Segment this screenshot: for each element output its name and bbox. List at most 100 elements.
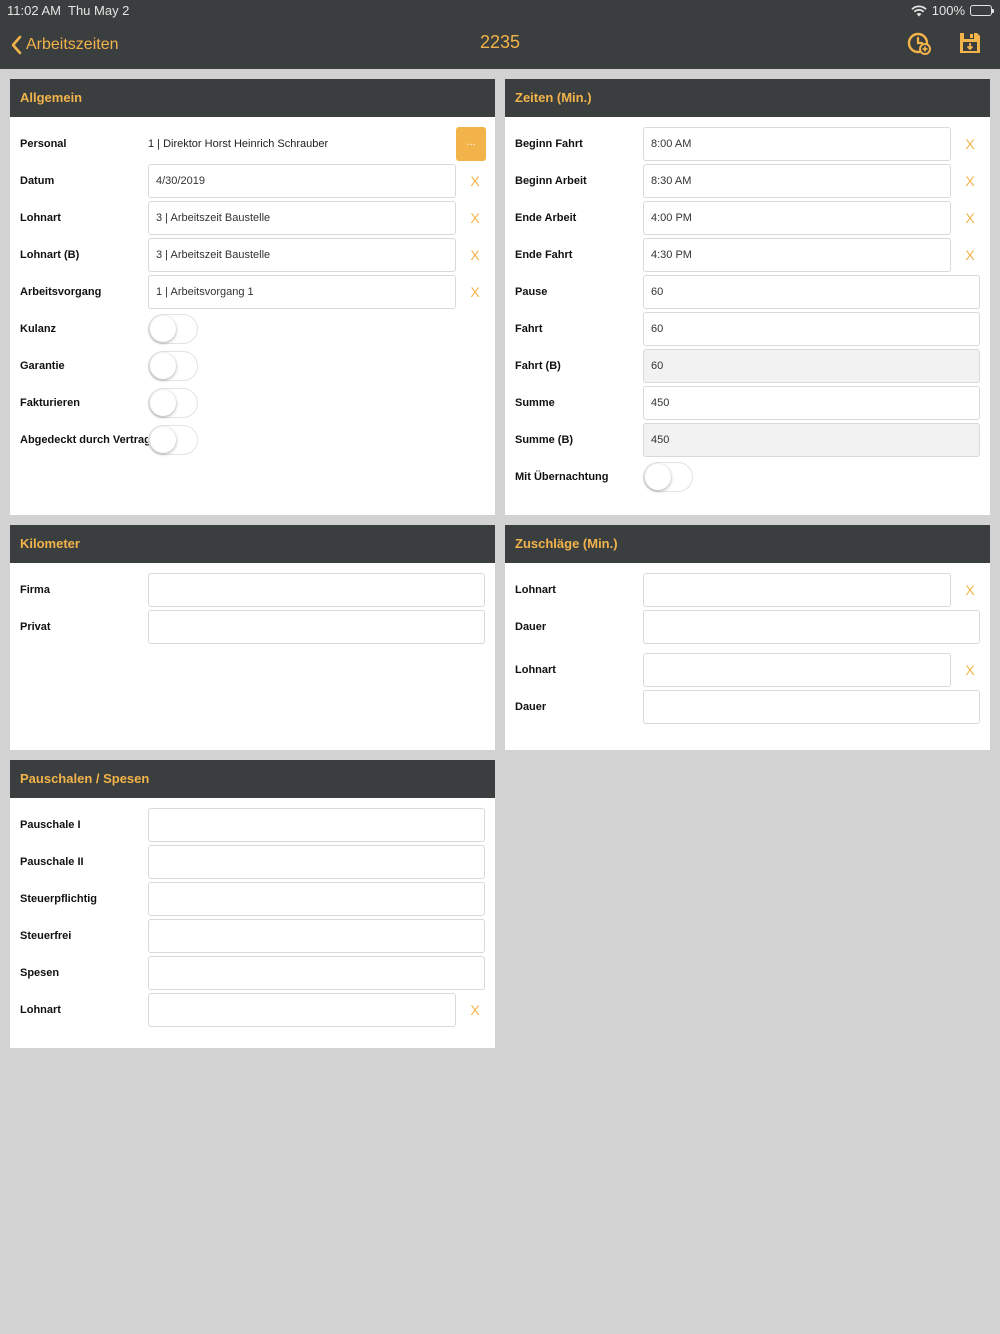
lohnart-b-field[interactable]: 3 | Arbeitszeit Baustelle — [148, 238, 456, 272]
zuschlag-lohnart-1-field[interactable] — [643, 573, 951, 607]
summe-b-field: 450 — [643, 423, 980, 457]
pauschale-1-row: Pauschale I — [10, 808, 495, 842]
kulanz-row: Kulanz — [10, 312, 495, 346]
arbeitsvorgang-clear-button[interactable]: X — [465, 275, 485, 309]
lohnart-label: Lohnart — [20, 212, 61, 224]
pauschalen-lohnart-row: Lohnart X — [10, 993, 495, 1027]
uebernachtung-label: Mit Übernachtung — [515, 471, 609, 483]
zuschlag-lohnart-2-label: Lohnart — [515, 664, 556, 676]
pauschalen-lohnart-clear-button[interactable]: X — [465, 993, 485, 1027]
allgemein-header: Allgemein — [10, 79, 495, 117]
toggle-knob — [150, 390, 176, 416]
zuschlag-dauer-1-label: Dauer — [515, 621, 547, 633]
zuschlaege-panel: Zuschläge (Min.) Lohnart X Dauer Lohnart… — [505, 525, 990, 750]
pauschalen-lohnart-label: Lohnart — [20, 1004, 61, 1016]
pause-field[interactable]: 60 — [643, 275, 980, 309]
zuschlag-lohnart-2-row: Lohnart X — [505, 653, 990, 687]
vertrag-toggle[interactable] — [148, 425, 198, 455]
back-button[interactable]: Arbeitszeiten — [10, 30, 119, 60]
lohnart-field[interactable]: 3 | Arbeitszeit Baustelle — [148, 201, 456, 235]
fakturieren-toggle[interactable] — [148, 388, 198, 418]
zuschlag-dauer-1-field[interactable] — [643, 610, 980, 644]
fahrt-field[interactable]: 60 — [643, 312, 980, 346]
zuschlag-lohnart-2-field[interactable] — [643, 653, 951, 687]
kulanz-toggle[interactable] — [148, 314, 198, 344]
status-time: 11:02 AM — [7, 3, 61, 18]
toggle-knob — [150, 316, 176, 342]
lohnart-b-clear-button[interactable]: X — [465, 238, 485, 272]
beginn-fahrt-row: Beginn Fahrt 8:00 AM X — [505, 127, 990, 161]
uebernachtung-row: Mit Übernachtung — [505, 460, 990, 494]
zuschlag-lohnart-1-label: Lohnart — [515, 584, 556, 596]
datum-field[interactable]: 4/30/2019 — [148, 164, 456, 198]
steuerfrei-label: Steuerfrei — [20, 930, 72, 942]
pauschale-2-row: Pauschale II — [10, 845, 495, 879]
clock-add-button[interactable] — [906, 30, 932, 56]
datum-clear-button[interactable]: X — [465, 164, 485, 198]
garantie-row: Garantie — [10, 349, 495, 383]
steuerpflichtig-field[interactable] — [148, 882, 485, 916]
fahrt-b-row: Fahrt (B) 60 — [505, 349, 990, 383]
summe-field[interactable]: 450 — [643, 386, 980, 420]
personal-row: Personal 1 | Direktor Horst Heinrich Sch… — [10, 127, 495, 161]
zuschlag-dauer-2-field[interactable] — [643, 690, 980, 724]
status-date: Thu May 2 — [68, 3, 130, 18]
ende-fahrt-field[interactable]: 4:30 PM — [643, 238, 951, 272]
pauschalen-panel: Pauschalen / Spesen Pauschale I Pauschal… — [10, 760, 495, 1048]
lohnart-b-label: Lohnart (B) — [20, 249, 80, 261]
status-bar: 11:02 AM Thu May 2 100% — [0, 0, 1000, 20]
pauschale-1-label: Pauschale I — [20, 819, 81, 831]
personal-label: Personal — [20, 138, 67, 150]
zeiten-panel: Zeiten (Min.) Beginn Fahrt 8:00 AM X Beg… — [505, 79, 990, 515]
beginn-fahrt-field[interactable]: 8:00 AM — [643, 127, 951, 161]
beginn-arbeit-label: Beginn Arbeit — [515, 175, 587, 187]
arbeitsvorgang-row: Arbeitsvorgang 1 | Arbeitsvorgang 1 X — [10, 275, 495, 309]
battery-percent: 100% — [931, 3, 965, 18]
arbeitsvorgang-field[interactable]: 1 | Arbeitsvorgang 1 — [148, 275, 456, 309]
pauschale-1-field[interactable] — [148, 808, 485, 842]
beginn-arbeit-clear-button[interactable]: X — [960, 164, 980, 198]
fahrt-b-label: Fahrt (B) — [515, 360, 561, 372]
firma-field[interactable] — [148, 573, 485, 607]
summe-b-label: Summe (B) — [515, 434, 574, 446]
zuschlag-lohnart-1-clear-button[interactable]: X — [960, 573, 980, 607]
ende-arbeit-label: Ende Arbeit — [515, 212, 577, 224]
personal-select-button[interactable]: ... — [456, 127, 486, 161]
ende-arbeit-clear-button[interactable]: X — [960, 201, 980, 235]
save-button[interactable] — [957, 30, 983, 56]
garantie-toggle[interactable] — [148, 351, 198, 381]
datum-row: Datum 4/30/2019 X — [10, 164, 495, 198]
zuschlag-lohnart-1-row: Lohnart X — [505, 573, 990, 607]
summe-row: Summe 450 — [505, 386, 990, 420]
kulanz-label: Kulanz — [20, 323, 57, 335]
beginn-arbeit-field[interactable]: 8:30 AM — [643, 164, 951, 198]
toggle-knob — [645, 464, 671, 490]
ende-fahrt-clear-button[interactable]: X — [960, 238, 980, 272]
page-title: 2235 — [479, 32, 521, 52]
ende-fahrt-row: Ende Fahrt 4:30 PM X — [505, 238, 990, 272]
beginn-arbeit-row: Beginn Arbeit 8:30 AM X — [505, 164, 990, 198]
pause-row: Pause 60 — [505, 275, 990, 309]
zuschlag-lohnart-2-clear-button[interactable]: X — [960, 653, 980, 687]
pause-label: Pause — [515, 286, 548, 298]
privat-field[interactable] — [148, 610, 485, 644]
zuschlag-dauer-1-row: Dauer — [505, 610, 990, 644]
steuerfrei-field[interactable] — [148, 919, 485, 953]
pauschale-2-field[interactable] — [148, 845, 485, 879]
spesen-field[interactable] — [148, 956, 485, 990]
personal-value: 1 | Direktor Horst Heinrich Schrauber — [148, 138, 329, 150]
wifi-icon — [911, 5, 927, 16]
ende-arbeit-row: Ende Arbeit 4:00 PM X — [505, 201, 990, 235]
uebernachtung-toggle[interactable] — [643, 462, 693, 492]
beginn-fahrt-label: Beginn Fahrt — [515, 138, 583, 150]
fakturieren-row: Fakturieren — [10, 386, 495, 420]
lohnart-clear-button[interactable]: X — [465, 201, 485, 235]
beginn-fahrt-clear-button[interactable]: X — [960, 127, 980, 161]
battery-icon — [970, 5, 994, 16]
firma-label: Firma — [20, 584, 50, 596]
fahrt-label: Fahrt — [515, 323, 543, 335]
ende-arbeit-field[interactable]: 4:00 PM — [643, 201, 951, 235]
pauschalen-lohnart-field[interactable] — [148, 993, 456, 1027]
kilometer-panel: Kilometer Firma Privat — [10, 525, 495, 750]
back-label: Arbeitszeiten — [26, 36, 119, 53]
